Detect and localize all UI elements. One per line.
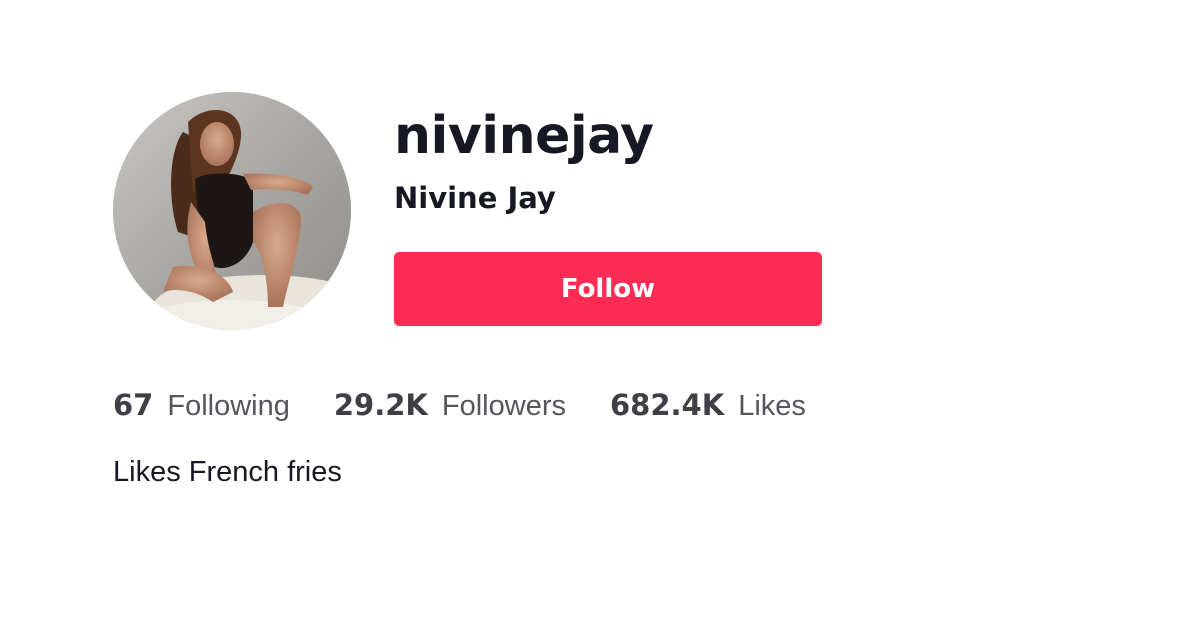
stat-following[interactable]: 67 Following [113, 388, 290, 423]
profile-info: nivinejay Nivine Jay Follow [394, 92, 822, 326]
avatar-image [113, 92, 351, 330]
profile-header: nivinejay Nivine Jay Follow [113, 92, 822, 330]
display-name: Nivine Jay [394, 181, 556, 215]
stat-likes: 682.4K Likes [610, 388, 806, 423]
stat-value: 29.2K [333, 388, 428, 422]
username: nivinejay [394, 106, 654, 166]
stat-label: Followers [441, 390, 566, 422]
stat-followers[interactable]: 29.2K Followers [334, 388, 566, 423]
profile-bio: Likes French fries [113, 456, 342, 488]
profile-stats: 67 Following 29.2K Followers 682.4K Like… [113, 388, 850, 423]
profile-page: nivinejay Nivine Jay Follow 67 Following… [0, 0, 1200, 628]
stat-value: 682.4K [609, 388, 725, 422]
avatar[interactable] [113, 92, 351, 330]
stat-label: Following [167, 390, 290, 422]
stat-label: Likes [738, 390, 806, 422]
follow-button[interactable]: Follow [394, 252, 822, 326]
stat-value: 67 [113, 388, 154, 422]
